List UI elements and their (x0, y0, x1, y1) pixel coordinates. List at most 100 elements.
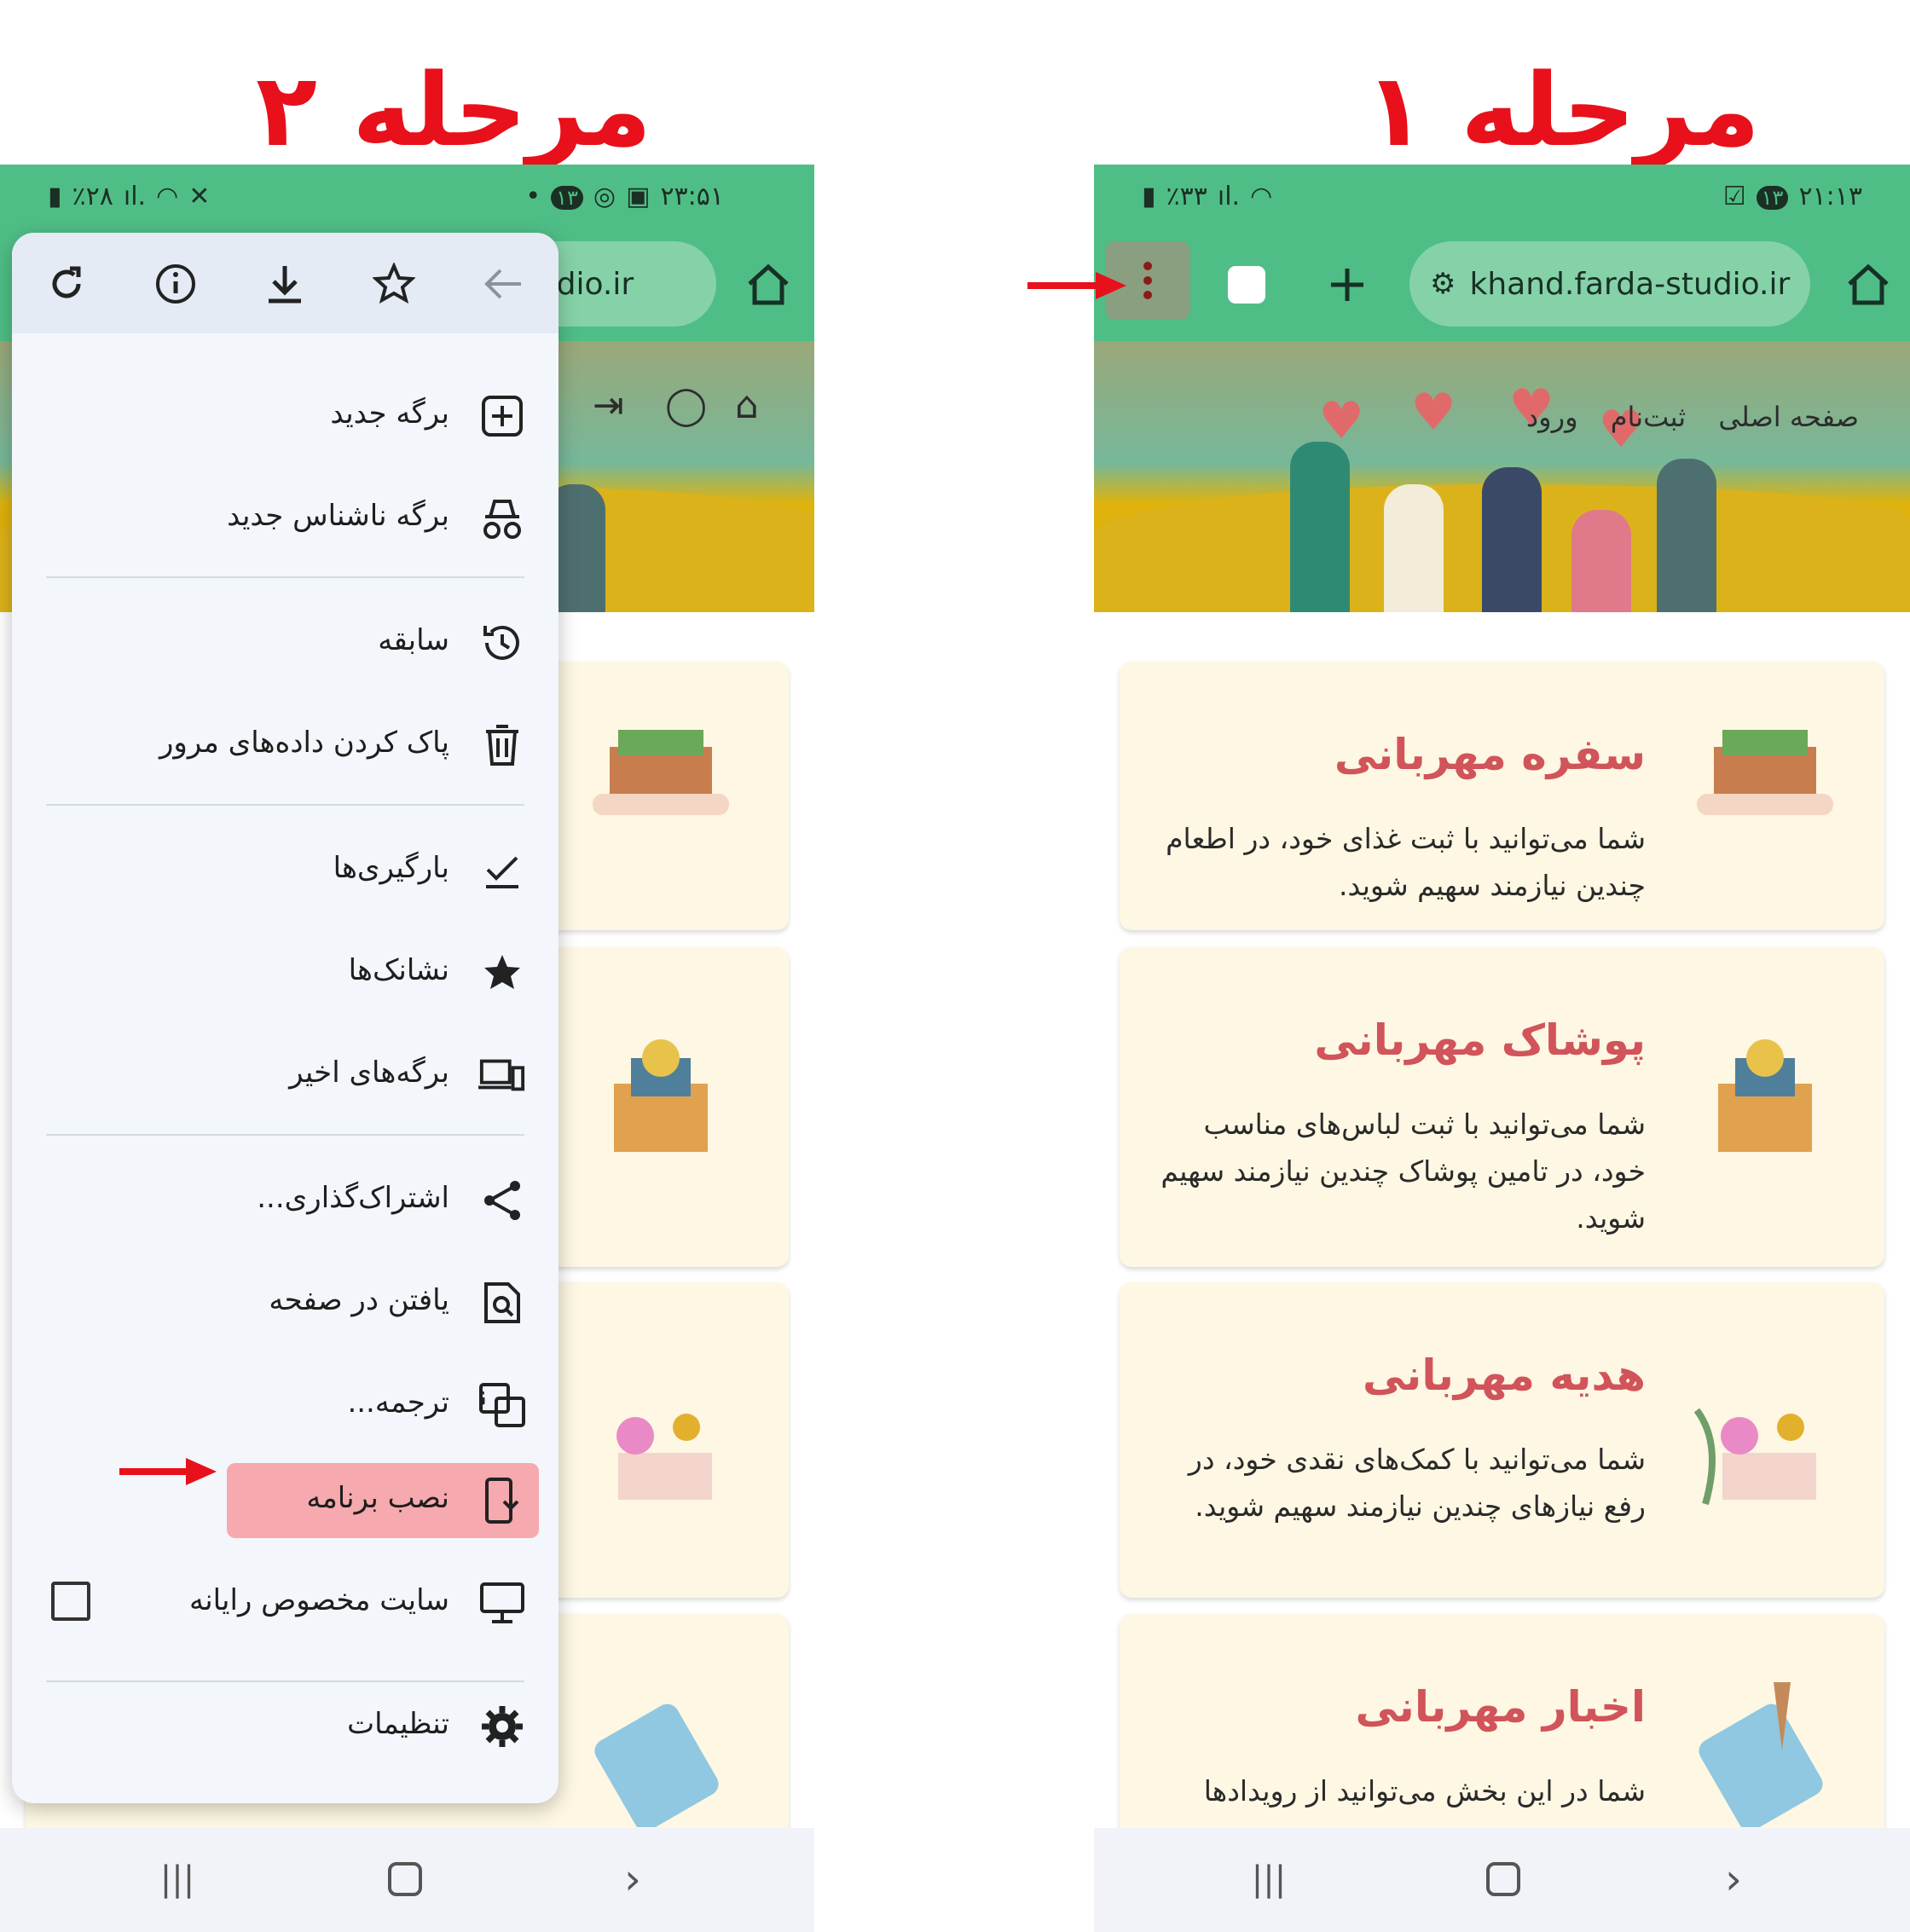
menu-item-bookmarks[interactable]: نشانک‌ها (12, 934, 559, 1011)
reload-button[interactable] (34, 252, 99, 316)
clothing-box-illustration (584, 1024, 738, 1177)
browser-overflow-menu: برگه جدید برگه ناشناس جدید سابقه پاک کرد… (12, 233, 559, 1803)
hero-banner: ♥ ♥ ♥ ♥ صفحه اصلی ثبت‌نام ورود (1094, 341, 1910, 612)
plus-icon (1331, 269, 1363, 301)
heart-icon: ♥ (1318, 391, 1364, 451)
card-title: هدیه مهربانی (1362, 1351, 1646, 1400)
signal-icon: ıl. (1217, 182, 1241, 211)
card-food[interactable]: سفره مهربانی شما می‌توانید با ثبت غذای خ… (1120, 662, 1884, 930)
arm-illustration (1290, 442, 1350, 612)
new-tab-button[interactable] (1314, 252, 1380, 318)
login-icon[interactable]: ⇥ (593, 384, 624, 427)
menu-item-find-in-page[interactable]: یافتن در صفحه (12, 1264, 559, 1341)
bookmark-button[interactable] (362, 252, 426, 316)
menu-item-translate[interactable]: G ترجمه... (12, 1367, 559, 1443)
star-filled-icon (478, 949, 526, 997)
menu-item-label: برگه جدید (330, 396, 449, 431)
user-icon[interactable]: ◯ (665, 384, 707, 427)
translate-icon: G (478, 1381, 526, 1429)
step-1-title: مرحله ۱ (1364, 51, 1761, 169)
sim-badge: ۱۳ (1756, 186, 1789, 210)
heart-icon: ♥ (1410, 383, 1456, 443)
phone-screenshot-step-1: ▮ ٪۳۳ ıl. ◠ ☑ ۱۳ ۲۱:۱۳ ⚙ khand.farda-studio.i… (1094, 165, 1910, 1932)
android-nav-bar: ||| › (1094, 1828, 1910, 1932)
status-left: ▮ ٪۲۸ ıl. ◠ ✕ (43, 182, 215, 211)
card-gift[interactable]: هدیه مهربانی شما می‌توانید با کمک‌های نق… (1120, 1282, 1884, 1598)
site-settings-icon: ⚙ (1430, 267, 1456, 301)
phone-screenshot-step-2: ▮ ٪۲۸ ıl. ◠ ✕ • ۱۳ ◎ ▣ ۲۳:۵۱ -studio.ir ⇥ ◯ ⌂ (0, 165, 814, 1932)
status-bar: ▮ ٪۲۸ ıl. ◠ ✕ • ۱۳ ◎ ▣ ۲۳:۵۱ (0, 165, 814, 226)
devices-icon (478, 1051, 526, 1099)
home-nav-button[interactable] (379, 1854, 431, 1905)
news-phone-illustration (1688, 1674, 1842, 1831)
sim-badge: ۱۳ (551, 186, 583, 210)
menu-item-label: تنظیمات (347, 1707, 449, 1741)
home-button[interactable] (1835, 252, 1901, 318)
desktop-site-checkbox[interactable] (51, 1582, 90, 1621)
menu-item-downloads[interactable]: بارگیری‌ها (12, 832, 559, 909)
menu-item-incognito-tab[interactable]: برگه ناشناس جدید (12, 480, 559, 557)
home-button[interactable] (735, 252, 802, 318)
donation-box-illustration (584, 1359, 738, 1513)
menu-item-label: اشتراک‌گذاری... (257, 1181, 449, 1215)
nav-login-link[interactable]: ورود (1526, 401, 1578, 433)
page-info-button[interactable] (143, 252, 208, 316)
home-site-icon[interactable]: ⌂ (735, 384, 759, 427)
news-phone-illustration (584, 1674, 738, 1831)
nav-register-link[interactable]: ثبت‌نام (1611, 401, 1686, 433)
home-nav-icon (1486, 1862, 1520, 1896)
find-in-page-icon (478, 1279, 526, 1327)
recents-button[interactable]: ||| (152, 1854, 203, 1905)
menu-item-label: برگه‌های اخیر (289, 1056, 449, 1090)
step-2-title: مرحله ۲ (256, 51, 652, 169)
home-nav-icon (388, 1862, 422, 1896)
status-right: ☑ ۱۳ ۲۱:۱۳ (1718, 182, 1867, 211)
arm-illustration (1657, 459, 1716, 612)
menu-item-clear-data[interactable]: پاک کردن داده‌های مرور (12, 707, 559, 784)
address-bar[interactable]: ⚙ khand.farda-studio.ir (1409, 241, 1810, 327)
battery-percent: ٪۳۳ (1166, 182, 1207, 211)
menu-item-label: یافتن در صفحه (269, 1283, 449, 1317)
wifi-icon: ◠ (156, 182, 179, 211)
menu-item-install-app[interactable]: نصب برنامه (12, 1462, 559, 1539)
arrow-back-icon (484, 269, 521, 299)
back-nav-button[interactable]: › (1708, 1854, 1759, 1905)
red-arrow-step-2 (119, 1458, 217, 1485)
menu-item-new-tab[interactable]: برگه جدید (12, 378, 559, 454)
download-page-button[interactable] (252, 252, 317, 316)
menu-item-label: سابقه (378, 623, 449, 657)
desktop-icon (478, 1579, 526, 1627)
menu-divider (46, 1680, 524, 1682)
card-description: شما می‌توانید با ثبت غذای خود، در اطعام … (1166, 822, 1646, 902)
mute-icon: ✕ (188, 182, 211, 211)
back-nav-button[interactable]: › (607, 1854, 658, 1905)
donation-box-illustration (1688, 1359, 1842, 1513)
menu-item-label: نصب برنامه (306, 1481, 449, 1515)
menu-item-label: پاک کردن داده‌های مرور (159, 726, 449, 760)
home-nav-button[interactable] (1478, 1854, 1529, 1905)
status-right: • ۱۳ ◎ ▣ ۲۳:۵۱ (520, 182, 729, 211)
clock: ۲۱:۱۳ (1798, 182, 1862, 211)
card-clothing[interactable]: پوشاک مهربانی شما می‌توانید با ثبت لباس‌… (1120, 947, 1884, 1267)
wifi-icon: ◠ (1250, 182, 1273, 211)
forward-button[interactable] (471, 252, 535, 316)
chevron-right-icon: › (624, 1854, 641, 1904)
menu-item-recent-tabs[interactable]: برگه‌های اخیر (12, 1037, 559, 1114)
more-vert-icon (1143, 262, 1152, 299)
menu-item-settings[interactable]: تنظیمات (12, 1688, 559, 1765)
plus-box-icon (478, 392, 526, 440)
menu-item-history[interactable]: سابقه (12, 604, 559, 681)
card-title: سفره مهربانی (1334, 730, 1646, 779)
incognito-icon (478, 495, 526, 542)
card-title: اخبار مهربانی (1355, 1682, 1646, 1732)
menu-item-desktop-site[interactable]: سایت مخصوص رایانه (12, 1565, 559, 1641)
menu-item-label: ترجمه... (347, 1385, 449, 1420)
clothing-box-illustration (1688, 1024, 1842, 1177)
menu-divider (46, 804, 524, 806)
download-icon (269, 266, 301, 304)
browser-toolbar: ⚙ khand.farda-studio.ir (1094, 226, 1910, 341)
tab-switcher-button[interactable] (1213, 252, 1280, 318)
menu-item-share[interactable]: اشتراک‌گذاری... (12, 1162, 559, 1239)
nav-home-link[interactable]: صفحه اصلی (1718, 401, 1859, 433)
recents-button[interactable]: ||| (1243, 1854, 1294, 1905)
